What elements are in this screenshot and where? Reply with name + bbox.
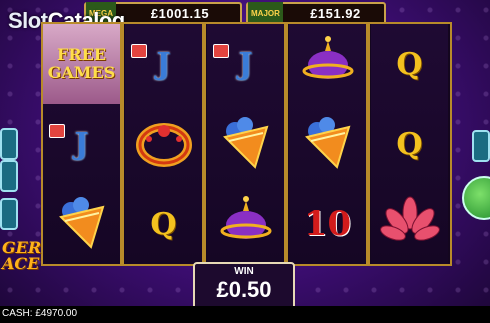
genie-lamp-icon bbox=[215, 191, 277, 258]
reel-symbol: FREE GAMES bbox=[43, 24, 120, 104]
letter-symbol: 10 bbox=[303, 204, 352, 244]
cash-balance: CASH: £4970.00 bbox=[2, 308, 78, 319]
reel-1: FREE GAMES J bbox=[43, 24, 120, 264]
gem-icon bbox=[49, 124, 65, 138]
reel-4: 10 bbox=[289, 24, 366, 264]
reel-symbol bbox=[289, 24, 366, 104]
reel-symbol: J bbox=[207, 24, 284, 104]
letter-symbol: J bbox=[238, 46, 253, 82]
right-control-button[interactable] bbox=[472, 130, 490, 162]
letter-symbol: Q bbox=[150, 206, 177, 242]
reel-symbol: J bbox=[43, 104, 120, 184]
lamp-icon bbox=[215, 111, 277, 178]
gem-icon bbox=[131, 44, 147, 58]
reel-separator bbox=[366, 24, 370, 264]
free-games-text: GAMES bbox=[47, 63, 116, 82]
lamp-icon bbox=[297, 111, 359, 178]
win-amount: £0.50 bbox=[216, 277, 272, 302]
reel-symbol: Q bbox=[371, 104, 448, 184]
reel-symbol bbox=[371, 184, 448, 264]
game-logo: GER ACE bbox=[2, 240, 41, 272]
ring-icon bbox=[133, 111, 195, 178]
reel-2: JQ bbox=[125, 24, 202, 264]
reel-symbol bbox=[43, 184, 120, 264]
letter-symbol: J bbox=[156, 46, 171, 82]
letter-symbol: Q bbox=[396, 126, 423, 162]
reel-5: QQ bbox=[371, 24, 448, 264]
reel-symbol: Q bbox=[125, 184, 202, 264]
reel-symbol bbox=[207, 184, 284, 264]
reel-symbol bbox=[125, 104, 202, 184]
letter-symbol: Q bbox=[396, 46, 423, 82]
left-control-button[interactable] bbox=[0, 160, 18, 192]
reel-symbol bbox=[289, 104, 366, 184]
lotus-icon bbox=[379, 191, 441, 258]
reel-separator bbox=[120, 24, 124, 264]
reel-3: J bbox=[207, 24, 284, 264]
free-games-symbol: FREE GAMES bbox=[43, 24, 120, 104]
jackpot-major-value: £151.92 bbox=[310, 6, 361, 21]
left-control-button[interactable] bbox=[0, 198, 18, 230]
reel-separator bbox=[202, 24, 206, 264]
reel-symbol: J bbox=[125, 24, 202, 104]
reel-symbol bbox=[207, 104, 284, 184]
reel-separator bbox=[284, 24, 288, 264]
lamp-icon bbox=[51, 191, 113, 258]
game-logo-line2: ACE bbox=[2, 254, 40, 273]
win-label: WIN bbox=[234, 266, 254, 277]
reel-symbol: 10 bbox=[289, 184, 366, 264]
letter-symbol: J bbox=[74, 126, 89, 162]
reel-symbol: Q bbox=[371, 24, 448, 104]
jackpot-mega-value: £1001.15 bbox=[150, 6, 210, 21]
left-control-button[interactable] bbox=[0, 128, 18, 160]
gem-icon bbox=[213, 44, 229, 58]
genie-lamp-icon bbox=[297, 31, 359, 98]
reel-area: FREE GAMES J J Q J 10 Q Q bbox=[41, 22, 452, 266]
win-box: WIN £0.50 bbox=[193, 262, 295, 310]
free-games-text: FREE bbox=[56, 45, 107, 64]
